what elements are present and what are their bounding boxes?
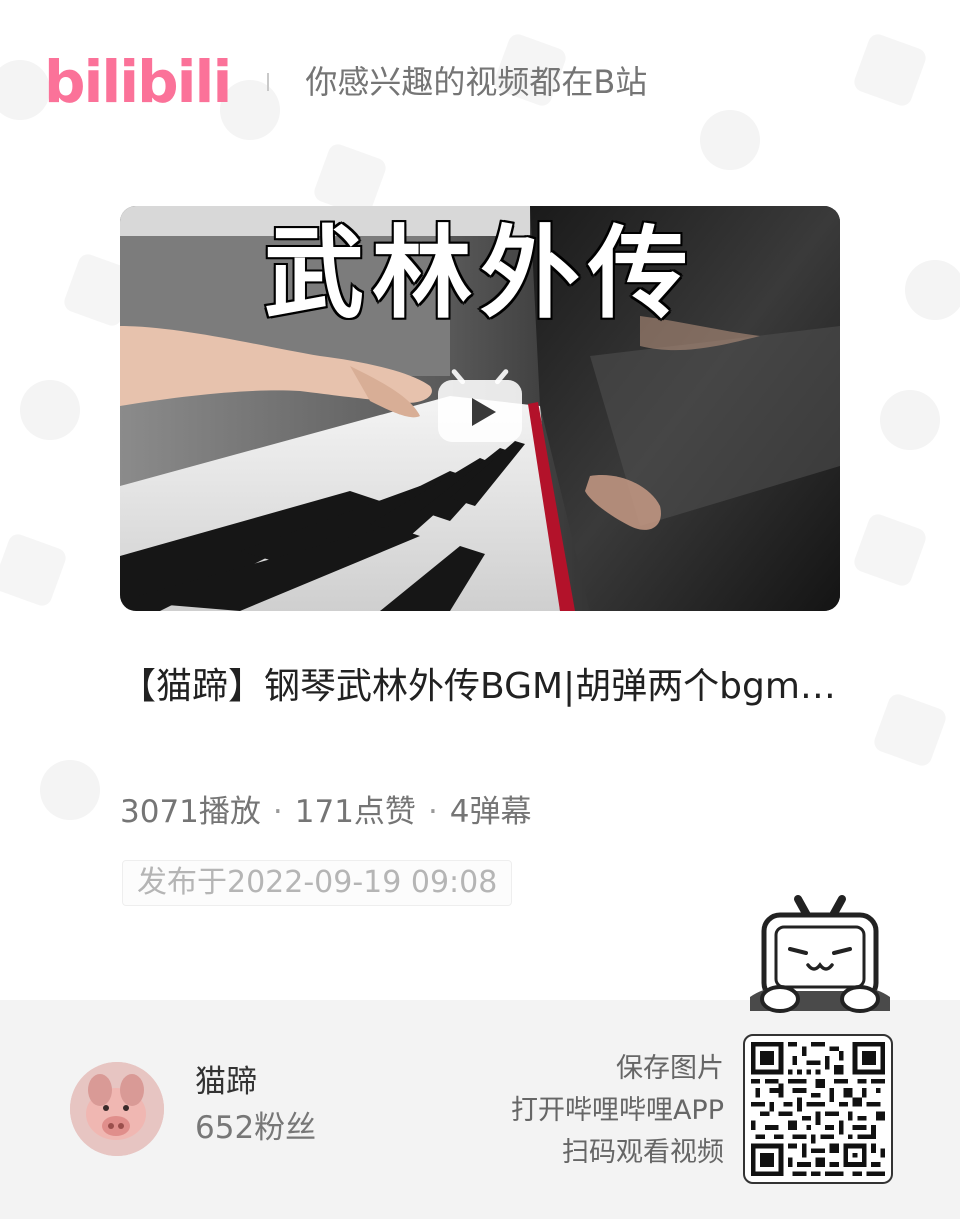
author-name[interactable]: 猫蹄 (195, 1062, 257, 1102)
footer: 猫蹄 652粉丝 保存图片 打开哔哩哔哩APP 扫码观看视频 (0, 1000, 960, 1219)
author-avatar[interactable] (70, 1062, 164, 1156)
qr-prompt: 保存图片 打开哔哩哔哩APP 扫码观看视频 (511, 1048, 724, 1174)
qr-prompt-line: 扫码观看视频 (562, 1137, 724, 1168)
qr-prompt-line: 打开哔哩哔哩APP (510, 1095, 724, 1126)
tv-mascot-icon (750, 893, 890, 1021)
qr-prompt-line: 保存图片 (616, 1053, 724, 1084)
danmaku-count: 4弹幕 (449, 794, 532, 830)
logo-text: bilibili (44, 48, 232, 116)
qr-code[interactable] (743, 1034, 893, 1184)
cover-title-text: 武林外传 (262, 214, 696, 332)
video-title[interactable]: 【猫蹄】钢琴武林外传BGM|胡弹两个bgm… (120, 658, 840, 716)
header-divider (267, 73, 270, 91)
stats-separator: · (427, 794, 438, 830)
video-cover[interactable]: 武林外传 (120, 206, 840, 611)
like-count: 171点赞 (294, 794, 416, 830)
play-count: 3071播放 (120, 794, 261, 830)
header-slogan: 你感兴趣的视频都在B站 (305, 63, 648, 101)
play-button[interactable] (436, 364, 524, 444)
header: bilibili 你感兴趣的视频都在B站 (44, 44, 647, 120)
stats-separator: · (272, 794, 283, 830)
author-fans: 652粉丝 (195, 1110, 317, 1146)
share-card: bilibili 你感兴趣的视频都在B站 武林外传 【猫蹄】钢琴武林外传BGM|… (0, 0, 960, 1219)
video-stats: 3071播放 · 171点赞 · 4弹幕 (120, 790, 532, 834)
play-icon (438, 369, 522, 442)
bilibili-logo[interactable]: bilibili (44, 47, 232, 117)
publish-date: 发布于2022-09-19 09:08 (122, 860, 513, 906)
